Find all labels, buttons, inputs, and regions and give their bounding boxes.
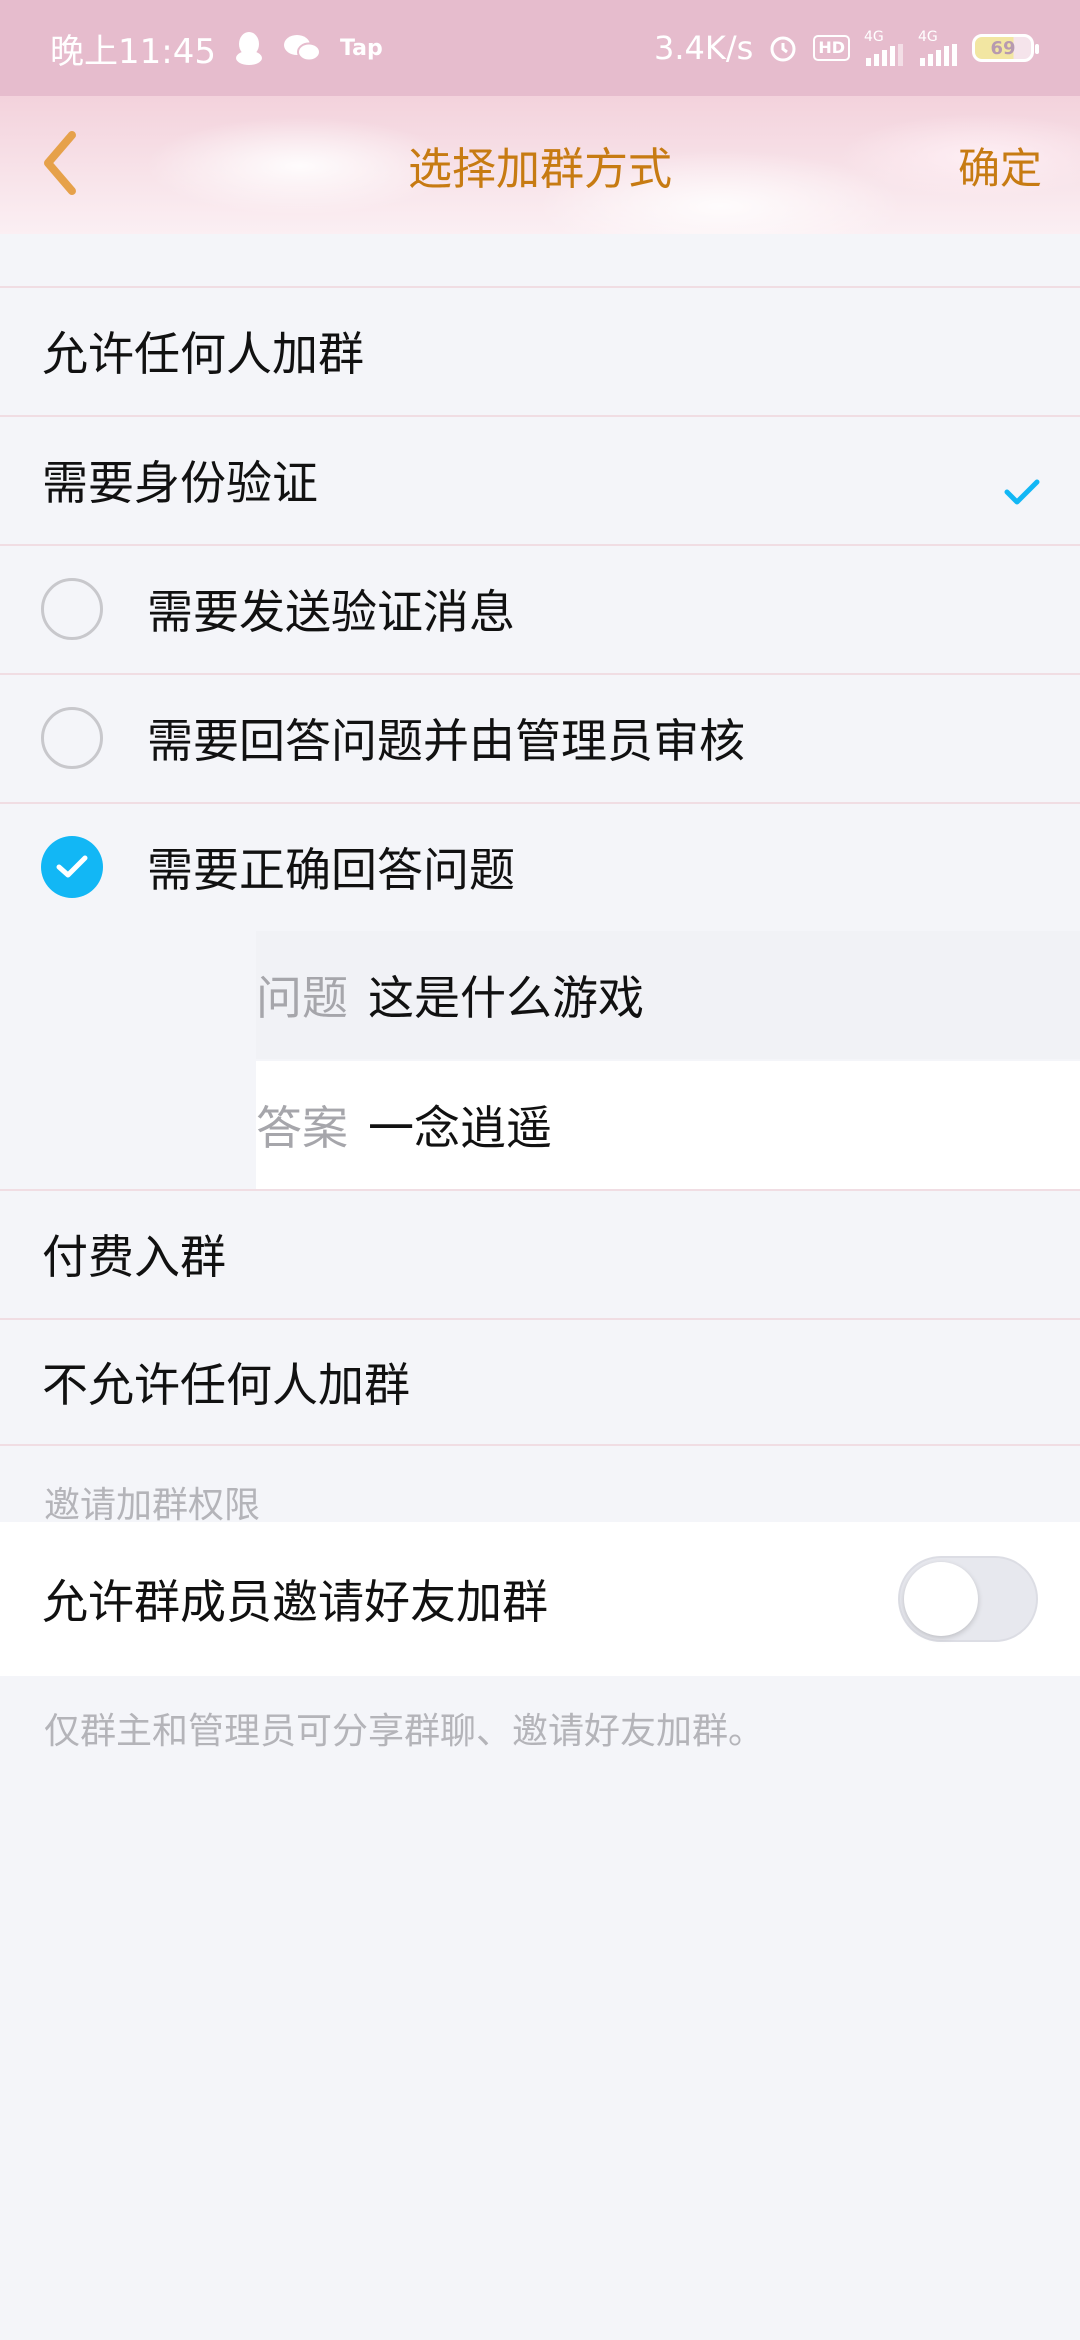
option-label: 需要回答问题并由管理员审核 [147,714,745,768]
qq-penguin-icon [234,30,264,66]
invite-toggle-label: 允许群成员邀请好友加群 [42,1575,548,1629]
invite-toggle-switch[interactable] [898,1556,1038,1642]
tap-app-icon: Tap [339,35,383,61]
option-label: 允许任何人加群 [42,327,364,381]
answer-key: 答案 [256,1101,348,1155]
signal-type-label-2: 4G [918,29,938,45]
signal-type-label: 4G [864,29,884,45]
sub-option-answer-correctly[interactable]: 需要正确回答问题 [0,802,1080,930]
radio-checked-icon[interactable] [41,836,103,898]
status-time: 晚上11:45 [50,31,216,72]
wechat-icon [282,32,322,64]
question-value: 这是什么游戏 [368,971,644,1025]
page-title: 选择加群方式 [408,144,672,195]
alarm-icon [767,32,799,64]
radio-unchecked-icon[interactable] [41,578,103,640]
battery-level: 69 [990,37,1016,59]
battery-icon: 69 [972,34,1039,62]
net-speed: 3.4K/s [654,29,754,67]
sub-option-answer-admin-review[interactable]: 需要回答问题并由管理员审核 [0,673,1080,801]
question-key: 问题 [256,971,348,1025]
toggle-knob [904,1562,978,1636]
radio-unchecked-icon[interactable] [41,707,103,769]
back-arrow-icon [40,129,80,201]
option-disallow-anyone[interactable]: 不允许任何人加群 [0,1318,1080,1446]
option-label: 需要身份验证 [42,456,318,510]
confirm-button[interactable]: 确定 [958,96,1042,234]
section-label-invite: 邀请加群权限 [44,1485,261,1526]
option-require-verification[interactable]: 需要身份验证 [0,415,1080,543]
hd-icon: HD [813,35,850,61]
invite-permission-row: 允许群成员邀请好友加群 [0,1522,1080,1676]
invite-footnote: 仅群主和管理员可分享群聊、邀请好友加群。 [44,1711,765,1752]
qa-block: 问题 这是什么游戏 答案 一念逍遥 [0,931,1080,1189]
answer-value: 一念逍遥 [368,1101,552,1155]
sub-option-send-message[interactable]: 需要发送验证消息 [0,544,1080,672]
question-field[interactable]: 问题 这是什么游戏 [256,931,1080,1059]
header-bar: 选择加群方式 确定 [0,96,1080,234]
answer-field[interactable]: 答案 一念逍遥 [256,1061,1080,1189]
signal-icon: 4G [864,30,904,66]
option-allow-anyone[interactable]: 允许任何人加群 [0,286,1080,414]
option-paid-join[interactable]: 付费入群 [0,1189,1080,1317]
option-label: 不允许任何人加群 [42,1358,410,1412]
option-label: 付费入群 [42,1230,226,1284]
back-button[interactable] [40,130,100,200]
signal-icon-2: 4G [918,30,958,66]
status-bar: 晚上11:45 Tap 3.4K/s HD 4G 4G 69 [0,0,1080,96]
check-icon [1004,463,1040,517]
